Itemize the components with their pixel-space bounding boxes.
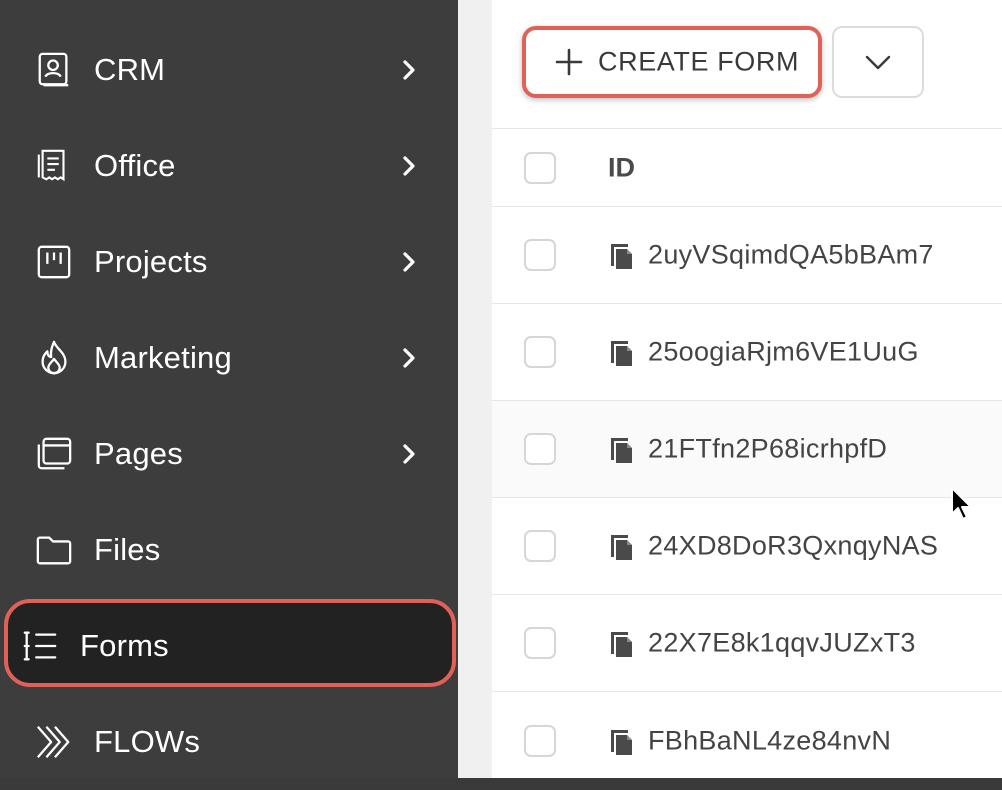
document-copy-icon [611, 729, 632, 755]
forms-table: ID 2uyVSqimdQA5bBAm7 25oogiaRjm6VE1UuG 2… [492, 129, 1002, 789]
column-header-id[interactable]: ID [608, 152, 635, 183]
row-checkbox[interactable] [524, 530, 556, 562]
form-id: 24XD8DoR3QxnqyNAS [648, 530, 939, 561]
create-form-label: CREATE FORM [598, 46, 800, 77]
sidebar-item-label: Forms [80, 628, 169, 663]
table-row[interactable]: 2uyVSqimdQA5bBAm7 [492, 207, 1002, 304]
form-id: 22X7E8k1qqvJUZxT3 [648, 627, 916, 658]
sidebar-item-label: Marketing [94, 340, 232, 375]
row-checkbox[interactable] [524, 239, 556, 271]
flame-icon [34, 338, 74, 378]
sidebar-item-forms[interactable]: Forms [0, 598, 458, 694]
toolbar: CREATE FORM [492, 0, 1002, 129]
table-row[interactable]: 21FTfn2P68icrhpfD [492, 401, 1002, 498]
mouse-cursor-icon [951, 487, 972, 520]
sidebar-item-office[interactable]: Office [0, 118, 458, 214]
form-id: 21FTfn2P68icrhpfD [648, 433, 888, 464]
sidebar-item-flows[interactable]: FLOWs [0, 694, 458, 790]
browser-windows-icon [34, 434, 74, 474]
sidebar: CRM Office Projects Marketing Pages File… [0, 0, 458, 778]
sidebar-item-label: Files [94, 532, 161, 567]
sidebar-item-files[interactable]: Files [0, 502, 458, 598]
kanban-board-icon [34, 242, 74, 282]
contact-book-icon [34, 50, 74, 90]
row-checkbox[interactable] [524, 724, 556, 757]
double-chevron-icon [34, 722, 74, 762]
chevron-right-icon [403, 156, 415, 176]
table-row[interactable]: 25oogiaRjm6VE1UuG [492, 304, 1002, 401]
chevron-right-icon [403, 444, 415, 464]
form-id: 2uyVSqimdQA5bBAm7 [648, 239, 934, 270]
chevron-down-icon [865, 55, 891, 70]
select-all-checkbox[interactable] [524, 151, 556, 184]
row-checkbox[interactable] [524, 433, 556, 465]
create-options-dropdown-button[interactable] [832, 26, 924, 98]
main-content: CREATE FORM ID 2uyVSqimdQA5bBAm7 25oogia… [492, 0, 1002, 778]
receipt-icon [34, 146, 74, 186]
plus-icon [555, 48, 583, 76]
row-checkbox[interactable] [524, 627, 556, 659]
pane-divider [458, 0, 492, 778]
sidebar-item-crm[interactable]: CRM [0, 22, 458, 118]
sidebar-item-label: Projects [94, 244, 208, 279]
table-row[interactable]: FBhBaNL4ze84nvN [492, 692, 1002, 789]
create-form-button[interactable]: CREATE FORM [522, 26, 822, 98]
form-id: 25oogiaRjm6VE1UuG [648, 336, 919, 367]
folder-icon [34, 530, 74, 570]
document-copy-icon [611, 632, 632, 657]
table-row[interactable]: 24XD8DoR3QxnqyNAS [492, 498, 1002, 595]
document-copy-icon [611, 438, 632, 463]
document-copy-icon [611, 244, 632, 269]
sidebar-item-marketing[interactable]: Marketing [0, 310, 458, 406]
sidebar-item-projects[interactable]: Projects [0, 214, 458, 310]
sidebar-item-label: FLOWs [94, 724, 201, 759]
table-row[interactable]: 22X7E8k1qqvJUZxT3 [492, 595, 1002, 692]
document-copy-icon [611, 535, 632, 560]
sidebar-item-label: Pages [94, 436, 183, 471]
row-checkbox[interactable] [524, 336, 556, 368]
form-id: FBhBaNL4ze84nvN [648, 725, 892, 755]
document-copy-icon [611, 341, 632, 366]
sidebar-item-label: Office [94, 148, 176, 183]
sidebar-item-label: CRM [94, 52, 166, 87]
table-header-row: ID [492, 129, 1002, 207]
chevron-right-icon [403, 252, 415, 272]
form-list-icon [20, 626, 60, 666]
sidebar-item-pages[interactable]: Pages [0, 406, 458, 502]
chevron-right-icon [403, 60, 415, 80]
chevron-right-icon [403, 348, 415, 368]
